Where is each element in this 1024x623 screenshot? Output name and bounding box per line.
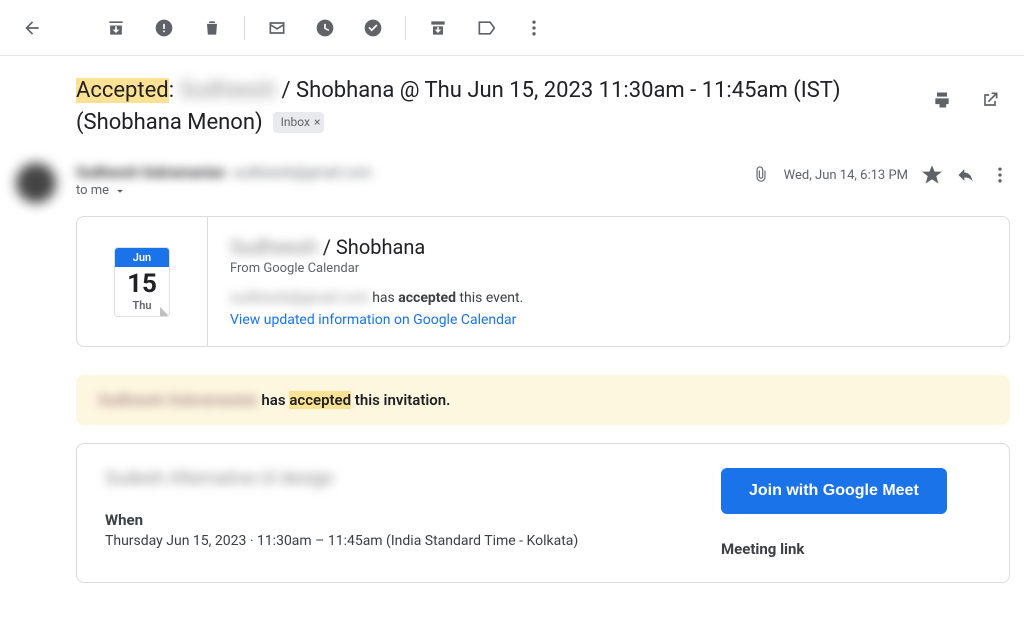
open-in-new-button[interactable] bbox=[970, 80, 1010, 120]
recipients-dropdown[interactable]: to me bbox=[76, 183, 752, 198]
event-from: From Google Calendar bbox=[230, 261, 987, 276]
banner-who-redacted: Sudheesh Subramanian bbox=[98, 391, 258, 409]
calendar-summary-card: Jun 15 Thu Sudheesh / Shobhana From Goog… bbox=[76, 216, 1010, 347]
back-button[interactable] bbox=[12, 8, 52, 48]
star-button[interactable] bbox=[922, 165, 942, 185]
attachment-icon bbox=[752, 166, 770, 184]
view-on-calendar-link[interactable]: View updated information on Google Calen… bbox=[230, 312, 516, 328]
event-status-word: accepted bbox=[398, 290, 456, 306]
event-details-card: Sudesh Alternative UI design When Thursd… bbox=[76, 443, 1010, 583]
subject-status-highlight: Accepted bbox=[76, 78, 169, 103]
move-to-button[interactable] bbox=[418, 8, 458, 48]
acceptance-banner: Sudheesh Subramanian has accepted this i… bbox=[76, 375, 1010, 425]
event-title-rest: / Shobhana bbox=[318, 235, 426, 259]
join-google-meet-button[interactable]: Join with Google Meet bbox=[721, 468, 947, 514]
subject-rest: / Shobhana @ Thu Jun 15, 2023 11:30am - … bbox=[281, 78, 840, 103]
label-chip-inbox[interactable]: Inbox × bbox=[273, 112, 325, 132]
labels-button[interactable] bbox=[466, 8, 506, 48]
email-date: Wed, Jun 14, 6:13 PM bbox=[784, 168, 908, 183]
subject-redacted-name: Sudheesh bbox=[179, 78, 276, 103]
banner-accepted-highlight: accepted bbox=[289, 391, 351, 409]
when-label: When bbox=[105, 511, 681, 529]
label-chip-text: Inbox bbox=[281, 114, 310, 130]
event-card-title-redacted: Sudesh Alternative UI design bbox=[105, 468, 681, 489]
to-text: to me bbox=[76, 183, 109, 198]
add-to-tasks-button[interactable] bbox=[353, 8, 393, 48]
print-button[interactable] bbox=[922, 80, 962, 120]
cal-day: 15 bbox=[115, 267, 169, 299]
delete-button[interactable] bbox=[192, 8, 232, 48]
calendar-date-tile: Jun 15 Thu bbox=[114, 247, 170, 317]
reply-button[interactable] bbox=[956, 165, 976, 185]
snooze-button[interactable] bbox=[305, 8, 345, 48]
event-status-line: sudheesh@gmail.com has accepted this eve… bbox=[230, 290, 987, 306]
archive-button[interactable] bbox=[96, 8, 136, 48]
email-subject: Accepted: Sudheesh / Shobhana @ Thu Jun … bbox=[76, 76, 906, 137]
when-value: Thursday Jun 15, 2023 · 11:30am – 11:45a… bbox=[105, 531, 681, 551]
cal-month: Jun bbox=[115, 248, 169, 267]
subject-line2: (Shobhana Menon) bbox=[76, 108, 263, 138]
message-more-button[interactable] bbox=[990, 165, 1010, 185]
toolbar-separator bbox=[244, 16, 245, 40]
more-button[interactable] bbox=[514, 8, 554, 48]
label-chip-remove-icon[interactable]: × bbox=[314, 114, 320, 130]
avatar bbox=[16, 163, 56, 203]
event-title-redacted: Sudheesh bbox=[230, 235, 318, 259]
chevron-down-icon bbox=[113, 184, 127, 198]
toolbar-separator bbox=[405, 16, 406, 40]
sender-email: sudheesh@gmail.com bbox=[233, 165, 372, 181]
meeting-link-label: Meeting link bbox=[721, 540, 981, 558]
sender-name: Sudheesh Subramanian bbox=[76, 165, 225, 181]
report-spam-button[interactable] bbox=[144, 8, 184, 48]
event-who-redacted: sudheesh@gmail.com bbox=[230, 290, 369, 306]
event-title: Sudheesh / Shobhana bbox=[230, 235, 987, 259]
mark-unread-button[interactable] bbox=[257, 8, 297, 48]
